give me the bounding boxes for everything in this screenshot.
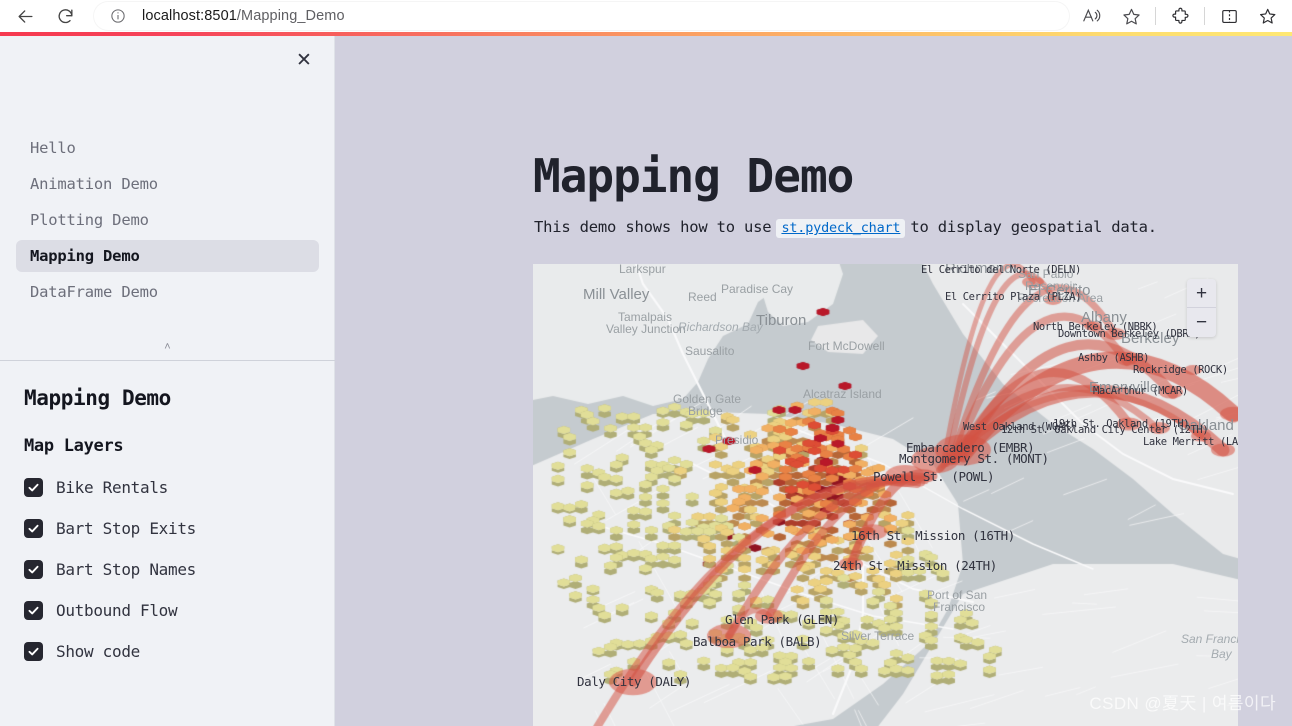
- checkmark-icon: [24, 519, 43, 538]
- page-title: Mapping Demo: [533, 149, 854, 203]
- checkmark-icon: [24, 642, 43, 661]
- sidebar-item-label: Plotting Demo: [30, 211, 149, 229]
- sidebar-nav: Hello Animation Demo Plotting Demo Mappi…: [0, 132, 335, 312]
- url-text: localhost:8501/Mapping_Demo: [142, 8, 345, 24]
- pydeck-chart-link[interactable]: st.pydeck_chart: [776, 219, 906, 238]
- back-arrow-icon[interactable]: [8, 1, 42, 31]
- zoom-in-button[interactable]: +: [1187, 279, 1216, 308]
- main-content: Mapping Demo This demo shows how to use …: [335, 36, 1292, 726]
- close-icon[interactable]: ✕: [288, 44, 320, 76]
- sidebar-item-plotting-demo[interactable]: Plotting Demo: [16, 204, 319, 236]
- checkmark-icon: [24, 560, 43, 579]
- sidebar-divider: [0, 360, 335, 361]
- sidebar: ✕ Hello Animation Demo Plotting Demo Map…: [0, 36, 335, 726]
- checkbox-label: Outbound Flow: [56, 601, 178, 620]
- info-circle-icon[interactable]: [110, 8, 126, 24]
- checkbox-label: Bart Stop Names: [56, 560, 196, 579]
- sidebar-item-hello[interactable]: Hello: [16, 132, 319, 164]
- checkbox-bart-stop-exits[interactable]: Bart Stop Exits: [24, 519, 311, 538]
- sidebar-item-animation-demo[interactable]: Animation Demo: [16, 168, 319, 200]
- checkbox-bart-stop-names[interactable]: Bart Stop Names: [24, 560, 311, 579]
- favorite-star-icon[interactable]: [1116, 1, 1146, 31]
- checkmark-icon: [24, 601, 43, 620]
- collections-star-icon[interactable]: [1253, 1, 1283, 31]
- chevron-up-icon[interactable]: ˄: [0, 342, 335, 353]
- read-aloud-icon[interactable]: [1077, 1, 1107, 31]
- sidebar-item-label: DataFrame Demo: [30, 283, 158, 301]
- map-canvas[interactable]: [533, 264, 1238, 726]
- page-subtitle: This demo shows how to use st.pydeck_cha…: [534, 218, 1157, 238]
- zoom-out-button[interactable]: −: [1187, 308, 1216, 337]
- checkbox-label: Bike Rentals: [56, 478, 168, 497]
- url-path: /Mapping_Demo: [236, 8, 345, 24]
- sidebar-item-label: Hello: [30, 139, 76, 157]
- toolbar-divider-2: [1204, 7, 1205, 25]
- checkbox-label: Bart Stop Exits: [56, 519, 196, 538]
- sidebar-item-dataframe-demo[interactable]: DataFrame Demo: [16, 276, 319, 308]
- split-screen-icon[interactable]: [1214, 1, 1244, 31]
- toolbar-divider: [1155, 7, 1156, 25]
- checkbox-show-code[interactable]: Show code: [24, 642, 311, 661]
- checkmark-icon: [24, 478, 43, 497]
- checkbox-outbound-flow[interactable]: Outbound Flow: [24, 601, 311, 620]
- checkbox-bike-rentals[interactable]: Bike Rentals: [24, 478, 311, 497]
- extensions-icon[interactable]: [1165, 1, 1195, 31]
- sidebar-item-mapping-demo[interactable]: Mapping Demo: [16, 240, 319, 272]
- map-zoom-controls: + −: [1187, 279, 1216, 337]
- sidebar-panel: Mapping Demo Map Layers Bike Rentals Bar…: [0, 376, 335, 661]
- panel-title: Mapping Demo: [24, 386, 171, 410]
- browser-toolbar-icons: [1077, 1, 1283, 31]
- checkbox-label: Show code: [56, 642, 140, 661]
- sidebar-item-label: Animation Demo: [30, 175, 158, 193]
- url-host: localhost:8501: [142, 8, 237, 24]
- address-bar[interactable]: localhost:8501/Mapping_Demo: [94, 2, 1069, 30]
- subtitle-text-after: to display geospatial data.: [910, 218, 1157, 236]
- browser-chrome: localhost:8501/Mapping_Demo: [0, 0, 1292, 32]
- pydeck-map[interactable]: Larkspur Mill Valley Reed Paradise Cay Tamal…: [533, 264, 1238, 726]
- map-layers-heading: Map Layers: [24, 436, 124, 456]
- reload-icon[interactable]: [48, 1, 82, 31]
- app-body: ✕ Hello Animation Demo Plotting Demo Map…: [0, 36, 1292, 726]
- sidebar-item-label: Mapping Demo: [30, 247, 140, 265]
- app-accent-bar: [0, 32, 1292, 36]
- subtitle-text-before: This demo shows how to use: [534, 218, 772, 236]
